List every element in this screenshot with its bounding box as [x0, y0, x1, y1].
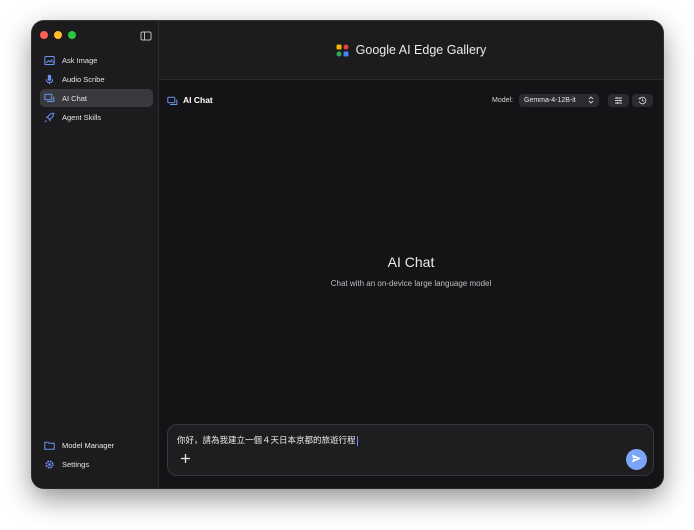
chevron-up-down-icon [588, 95, 594, 106]
sidebar-bottom-nav: Model Manager Settings [40, 436, 153, 474]
sidebar-nav: Ask Image Audio Scribe AI Chat Agent Ski… [40, 51, 153, 127]
empty-state-title: AI Chat [387, 254, 435, 270]
attach-button[interactable] [178, 453, 192, 467]
toolbar-heading: AI Chat [167, 94, 213, 105]
sidebar-item-label: Audio Scribe [62, 74, 105, 84]
model-settings-button[interactable] [608, 94, 629, 107]
text-caret [356, 435, 358, 446]
sidebar: Ask Image Audio Scribe AI Chat Agent Ski… [32, 21, 159, 488]
main-panel: Google AI Edge Gallery AI Chat Model: Ge… [159, 21, 663, 488]
sidebar-item-label: Settings [62, 459, 90, 469]
sidebar-item-settings[interactable]: Settings [40, 455, 153, 473]
microphone-icon [44, 74, 55, 85]
message-input-value: 你好，請為我建立一個４天日本京都的旅遊行程 [177, 436, 356, 446]
empty-state: AI Chat Chat with an on-device large lan… [159, 254, 663, 288]
model-label: Model: [491, 97, 513, 104]
page-title: AI Chat [183, 94, 213, 105]
image-icon [44, 55, 55, 66]
history-icon [638, 92, 647, 110]
window-controls [40, 31, 76, 39]
folder-icon [44, 440, 55, 451]
app-title: Google AI Edge Gallery [355, 43, 487, 57]
sidebar-item-agent-skills[interactable]: Agent Skills [40, 108, 153, 126]
gear-icon [44, 459, 55, 470]
chat-toolbar: AI Chat Model: Gemma-4-12B-it [159, 91, 663, 111]
close-window-button[interactable] [40, 31, 48, 39]
sliders-icon [614, 92, 623, 110]
sidebar-item-ai-chat[interactable]: AI Chat [40, 89, 153, 107]
send-button[interactable] [626, 449, 647, 470]
app-window: Ask Image Audio Scribe AI Chat Agent Ski… [32, 21, 663, 488]
plus-icon [180, 451, 191, 469]
sidebar-item-model-manager[interactable]: Model Manager [40, 436, 153, 454]
message-composer: 你好，請為我建立一個４天日本京都的旅遊行程 [167, 424, 654, 476]
rocket-icon [44, 112, 55, 123]
app-logo-icon [336, 44, 349, 57]
sidebar-item-label: Ask Image [62, 55, 98, 65]
sidebar-item-ask-image[interactable]: Ask Image [40, 51, 153, 69]
sidebar-item-label: Agent Skills [62, 112, 102, 122]
message-input[interactable]: 你好，請為我建立一個４天日本京都的旅遊行程 [177, 434, 358, 446]
toolbar-controls: Model: Gemma-4-12B-it [492, 94, 653, 107]
send-icon [631, 451, 642, 469]
empty-state-subtitle: Chat with an on-device large language mo… [330, 279, 492, 288]
chat-icon [167, 94, 178, 105]
sidebar-item-label: AI Chat [62, 93, 88, 103]
sidebar-item-audio-scribe[interactable]: Audio Scribe [40, 70, 153, 88]
model-select-value: Gemma-4-12B-it [524, 97, 576, 104]
title-bar: Google AI Edge Gallery [159, 21, 663, 80]
sidebar-item-label: Model Manager [62, 440, 115, 450]
sidebar-toggle-icon[interactable] [140, 29, 152, 41]
minimize-window-button[interactable] [54, 31, 62, 39]
history-button[interactable] [632, 94, 653, 107]
model-select[interactable]: Gemma-4-12B-it [519, 94, 599, 107]
zoom-window-button[interactable] [68, 31, 76, 39]
chat-icon [44, 93, 55, 104]
